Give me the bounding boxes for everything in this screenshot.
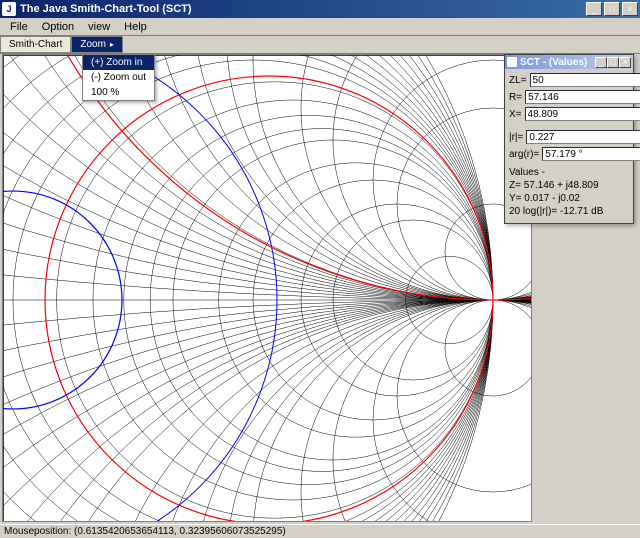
smith-chart-svg	[3, 55, 531, 521]
label-mag: |r|=	[509, 132, 523, 143]
input-arg	[542, 147, 640, 161]
tab-zoom[interactable]: Zoom ▸	[71, 36, 123, 53]
label-zl: ZL=	[509, 75, 527, 86]
app-icon: J	[2, 2, 16, 16]
menu-file[interactable]: File	[4, 20, 34, 34]
close-button[interactable]: ×	[622, 2, 638, 16]
values-app-icon	[507, 57, 517, 67]
main-titlebar: J The Java Smith-Chart-Tool (SCT) _ □ ×	[0, 0, 640, 18]
input-r[interactable]	[525, 90, 640, 104]
zoom-dropdown: (+) Zoom in (-) Zoom out 100 %	[82, 54, 155, 101]
values-header: Values -	[509, 167, 629, 178]
values-titlebar[interactable]: SCT - (Values) _ □ ×	[505, 55, 633, 69]
label-r: R=	[509, 92, 522, 103]
values-minimize-button[interactable]: _	[595, 57, 607, 68]
smith-chart-panel[interactable]	[2, 54, 532, 522]
values-readout: Values - Z= 57.146 + j48.809 Y= 0.017 - …	[509, 167, 629, 217]
zoom-reset-item[interactable]: 100 %	[83, 85, 154, 100]
menubar: File Option view Help	[0, 18, 640, 36]
values-body: ZL= R= X= |r|= arg(r)= Values - Z= 57.14…	[505, 69, 633, 223]
values-close-button[interactable]: ×	[619, 57, 631, 68]
menu-option[interactable]: Option	[36, 20, 80, 34]
values-window[interactable]: SCT - (Values) _ □ × ZL= R= X= |r|= arg(…	[504, 54, 634, 224]
values-y: Y= 0.017 - j0.02	[509, 193, 629, 204]
zoom-out-item[interactable]: (-) Zoom out	[83, 70, 154, 85]
chevron-right-icon: ▸	[110, 40, 114, 49]
minimize-button[interactable]: _	[586, 2, 602, 16]
tab-smith-chart[interactable]: Smith-Chart	[0, 36, 71, 53]
label-arg: arg(r)=	[509, 149, 539, 160]
toolbar: Smith-Chart Zoom ▸	[0, 36, 640, 54]
window-controls: _ □ ×	[586, 2, 638, 16]
input-mag	[526, 130, 640, 144]
maximize-button[interactable]: □	[604, 2, 620, 16]
tab-zoom-label: Zoom	[80, 39, 106, 50]
statusbar: Mouseposition: (0.6135420653654113, 0.32…	[0, 524, 640, 538]
menu-help[interactable]: Help	[118, 20, 153, 34]
menu-view[interactable]: view	[82, 20, 116, 34]
input-zl[interactable]	[530, 73, 640, 87]
window-title: The Java Smith-Chart-Tool (SCT)	[20, 3, 586, 15]
values-z: Z= 57.146 + j48.809	[509, 180, 629, 191]
label-x: X=	[509, 109, 522, 120]
zoom-in-item[interactable]: (+) Zoom in	[83, 55, 154, 70]
values-log: 20 log(|r|)= -12.71 dB	[509, 206, 629, 217]
status-text: Mouseposition: (0.6135420653654113, 0.32…	[4, 526, 286, 537]
values-title: SCT - (Values)	[520, 57, 595, 68]
input-x[interactable]	[525, 107, 640, 121]
values-maximize-button[interactable]: □	[607, 57, 619, 68]
